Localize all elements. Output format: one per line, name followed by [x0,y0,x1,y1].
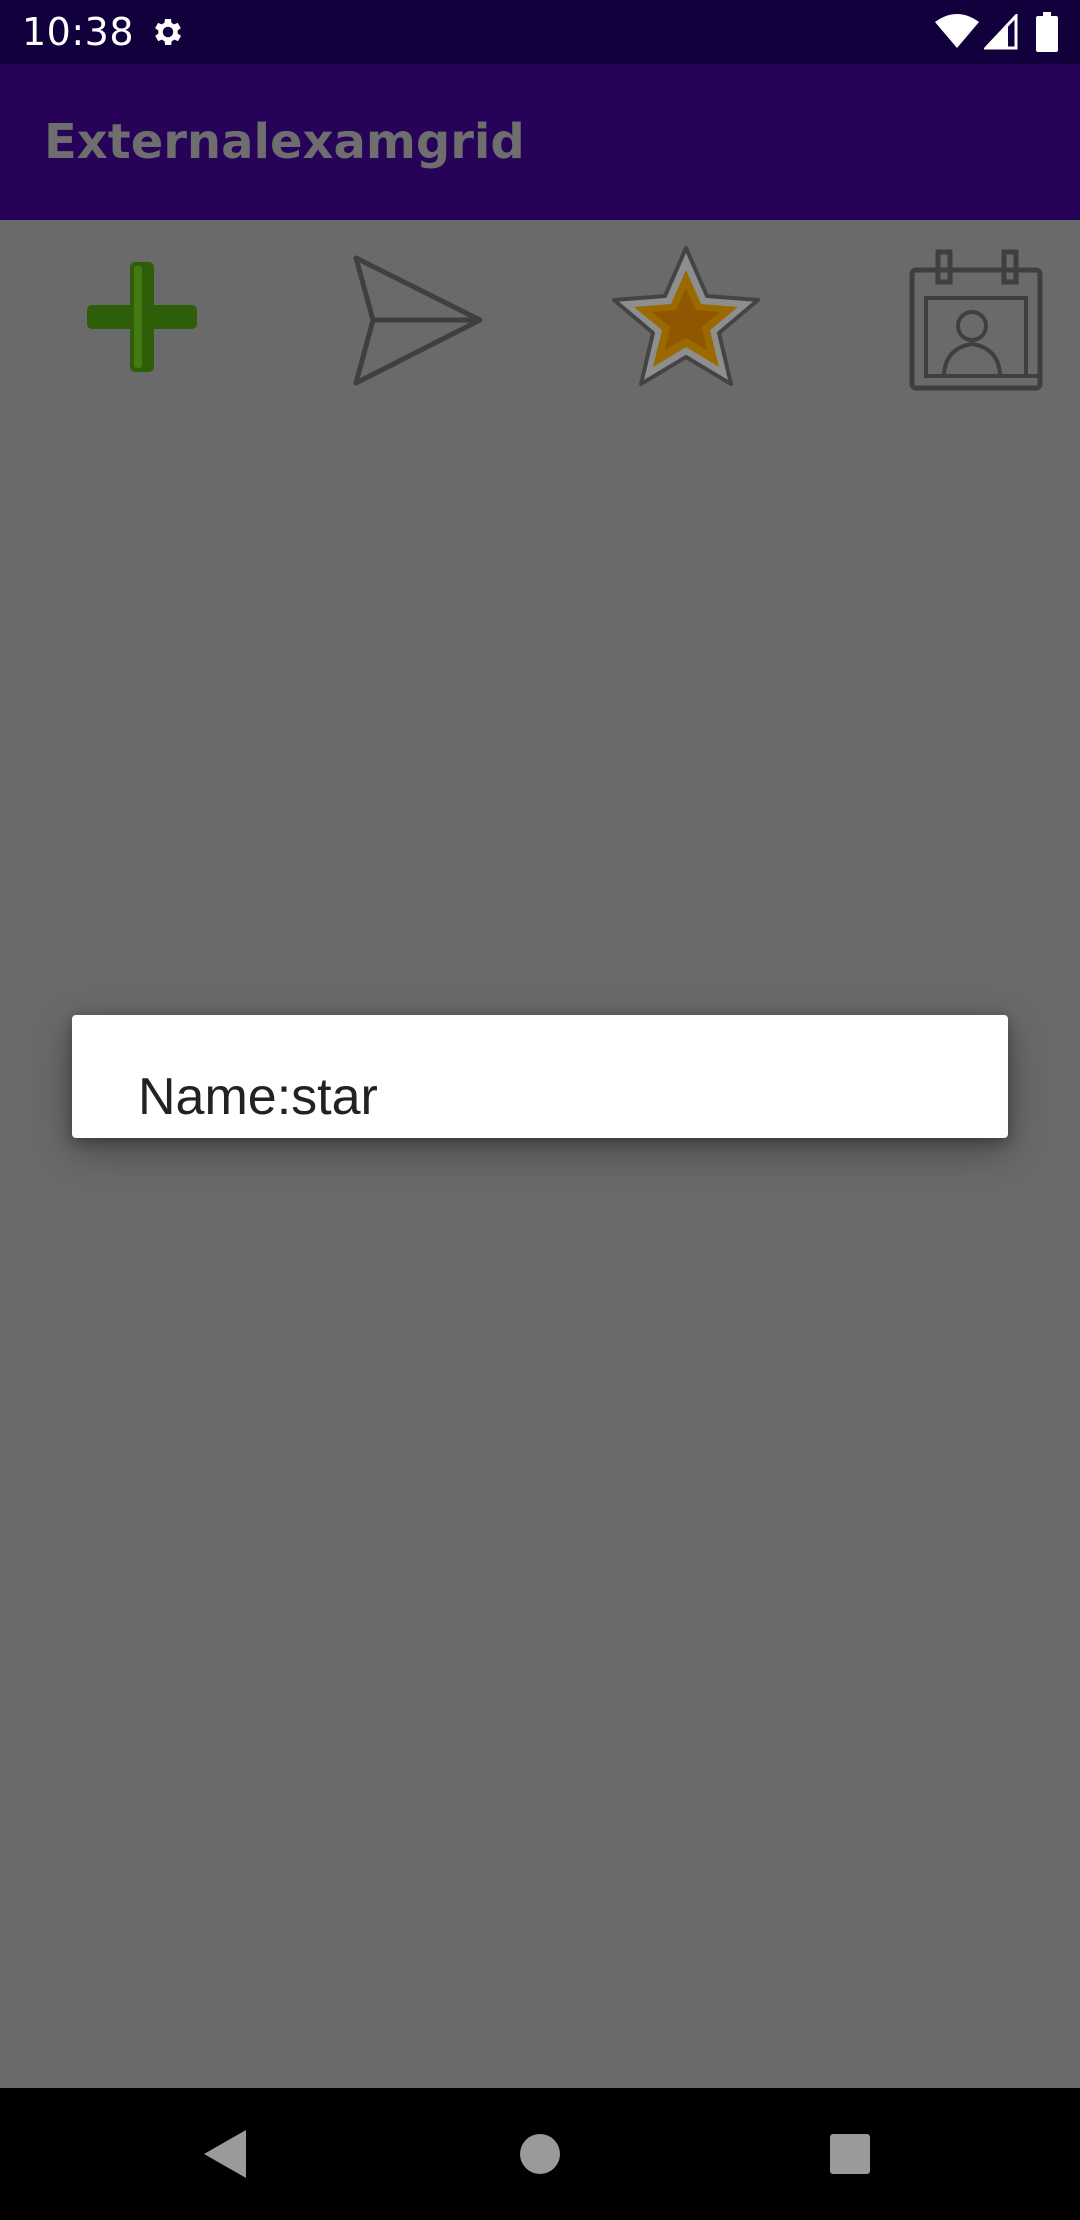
navigation-bar [0,2088,1080,2220]
app-bar: Externalexamgrid [0,64,1080,220]
icon-grid [0,220,1080,420]
back-icon[interactable] [202,2128,248,2180]
status-bar: 10:38 [0,0,1080,64]
send-icon [353,255,483,386]
app-title: Externalexamgrid [44,114,525,170]
grid-item-add[interactable] [62,240,222,400]
add-icon [87,262,197,372]
grid-item-calendar[interactable] [898,240,1058,400]
dialog-message: Name:star [138,1068,378,1126]
gear-icon [155,18,182,46]
battery-icon [1036,12,1058,52]
grid-item-send[interactable] [338,240,498,400]
signal-icon [984,14,1018,50]
calendar-icon [909,249,1043,391]
grid-item-star[interactable] [606,240,766,400]
recents-icon[interactable] [828,2132,872,2176]
wifi-icon [935,14,979,48]
info-dialog: Name:star [72,1015,1008,1138]
home-icon[interactable] [518,2132,562,2176]
status-time: 10:38 [22,10,135,54]
star-icon [612,246,760,386]
